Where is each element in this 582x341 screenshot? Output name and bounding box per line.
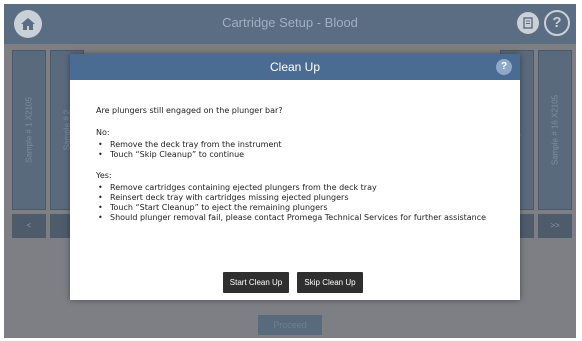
- list-item: Touch “Start Cleanup” to eject the remai…: [96, 203, 510, 213]
- top-bar: Cartridge Setup - Blood ?: [4, 4, 576, 44]
- list-item: Reinsert deck tray with cartridges missi…: [96, 193, 510, 203]
- dialog-help-icon[interactable]: ?: [496, 59, 512, 75]
- clean-up-dialog: Clean Up ? Are plungers still engaged on…: [70, 54, 520, 300]
- start-clean-up-button[interactable]: Start Clean Up: [223, 272, 289, 293]
- lane-label: Sample # 1 X2105: [24, 97, 34, 163]
- sample-lane[interactable]: Sample # 1 X2105: [12, 50, 46, 210]
- page-title: Cartridge Setup - Blood: [222, 15, 358, 30]
- list-item: Remove the deck tray from the instrument: [96, 140, 510, 150]
- dialog-header: Clean Up ?: [70, 54, 520, 80]
- proceed-button[interactable]: Proceed: [258, 315, 322, 335]
- skip-clean-up-button[interactable]: Skip Clean Up: [297, 272, 363, 293]
- notes-icon: [523, 17, 533, 29]
- dialog-question: Are plungers still engaged on the plunge…: [96, 106, 283, 115]
- yes-instructions: Remove cartridges containing ejected plu…: [96, 183, 510, 223]
- no-section-label: No:: [96, 128, 110, 137]
- lane-nav-button[interactable]: >>: [538, 214, 572, 238]
- dialog-title: Clean Up: [269, 60, 321, 74]
- lane-nav-button[interactable]: <: [12, 214, 46, 238]
- list-item: Should plunger removal fail, please cont…: [96, 213, 510, 223]
- lane-label: Sample # 16 X2105: [550, 94, 560, 166]
- list-item: Remove cartridges containing ejected plu…: [96, 183, 510, 193]
- notes-button[interactable]: [517, 12, 539, 34]
- sample-lane[interactable]: Sample # 16 X2105: [538, 50, 572, 210]
- yes-section-label: Yes:: [96, 171, 112, 180]
- list-item: Touch “Skip Cleanup” to continue: [96, 150, 510, 160]
- instrument-screen: Cartridge Setup - Blood ? Sample # 1 X21…: [4, 4, 576, 338]
- no-instructions: Remove the deck tray from the instrument…: [96, 140, 510, 160]
- dialog-body: Are plungers still engaged on the plunge…: [96, 106, 510, 223]
- help-button[interactable]: ?: [544, 10, 570, 36]
- help-icon: ?: [552, 14, 562, 31]
